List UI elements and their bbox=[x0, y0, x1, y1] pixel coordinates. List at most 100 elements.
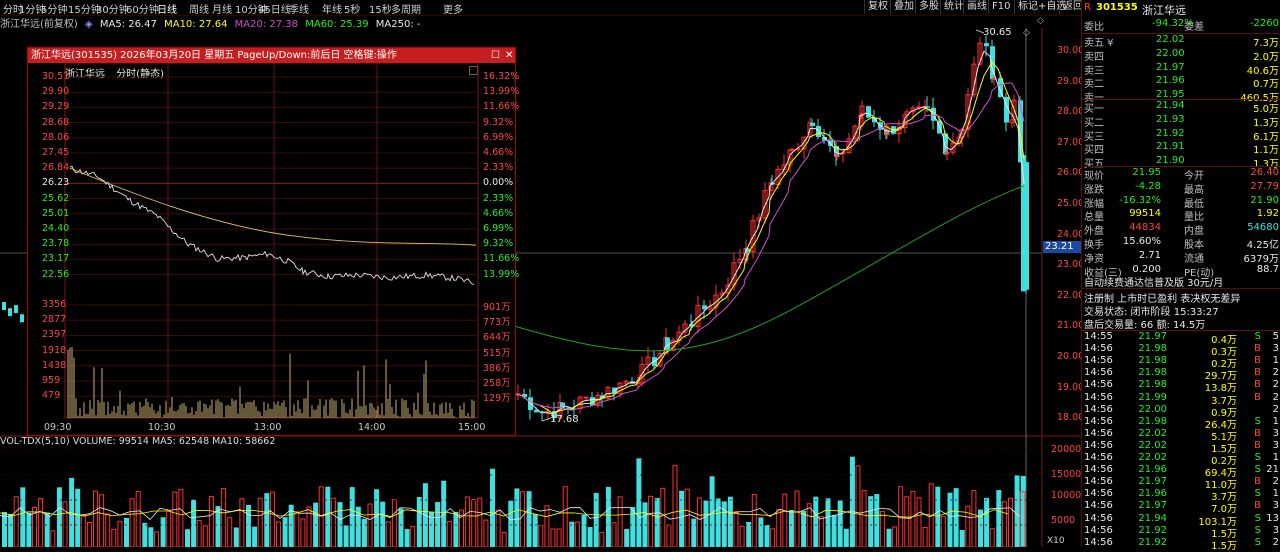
volume-header: VOL-TDX(5,10) VOLUME: 99514 MA5: 62548 M… bbox=[0, 436, 276, 447]
toolbar-button-4[interactable]: 画线 bbox=[963, 0, 990, 14]
kline-candle bbox=[14, 305, 18, 314]
volume-bar bbox=[922, 526, 928, 547]
volume-bar bbox=[782, 493, 788, 547]
volume-bar bbox=[1008, 497, 1013, 547]
tab-10[interactable]: 45日线 bbox=[258, 1, 291, 16]
intraday-price-tick: 27.45 bbox=[42, 147, 70, 158]
weibi-label: 委比 bbox=[1084, 22, 1104, 33]
kline-candle bbox=[984, 43, 989, 47]
tab-7[interactable]: 周线 bbox=[189, 1, 209, 16]
toolbar-button-5[interactable]: F10 bbox=[988, 0, 1013, 14]
volume-bar bbox=[93, 490, 98, 547]
volume-tick: 10000 bbox=[1051, 490, 1082, 501]
ask-price: 21.97 bbox=[1156, 61, 1185, 73]
intraday-pct-tick: 11.66% bbox=[483, 101, 520, 113]
r-icon: R bbox=[1084, 2, 1091, 13]
volume-bar bbox=[984, 497, 990, 547]
volume-bar bbox=[154, 531, 159, 547]
trade-count: 2 bbox=[1272, 536, 1279, 548]
trade-count: 3 bbox=[1272, 500, 1279, 512]
intraday-popup[interactable]: 浙江华远(301535) 2026年03月20日 星期五 PageUp/Down… bbox=[27, 47, 520, 436]
trade-price: 21.98 bbox=[1138, 343, 1167, 355]
stat-row: 总量 99514 量比 1.92 bbox=[1084, 208, 1279, 223]
tab-4[interactable]: 30分钟 bbox=[96, 1, 129, 16]
tab-13[interactable]: 5秒 bbox=[344, 1, 360, 16]
bid-label: 买二 bbox=[1084, 117, 1104, 129]
stat-value: 0.200 bbox=[1132, 263, 1161, 275]
tab-8[interactable]: 月线 bbox=[212, 1, 232, 16]
high-annotation: 30.65 bbox=[983, 27, 1012, 38]
volume-bar bbox=[202, 525, 208, 547]
tab-15[interactable]: 多周期 bbox=[391, 1, 421, 16]
volume-bar bbox=[294, 511, 300, 547]
trade-time: 14:56 bbox=[1084, 512, 1113, 524]
tab-16[interactable]: 更多 bbox=[443, 1, 463, 16]
stat-value-2: 26.40 bbox=[1250, 167, 1279, 178]
tab-6[interactable]: 日线 bbox=[157, 1, 177, 16]
trade-time: 14:56 bbox=[1084, 367, 1113, 379]
stat-label: 涨幅 bbox=[1084, 198, 1104, 210]
kline-candle bbox=[866, 106, 871, 118]
intraday-time-tick: 09:30 bbox=[44, 422, 72, 433]
intraday-pct-tick: 16.32% bbox=[483, 71, 520, 82]
stat-row: 净资 2.71 流通 6379万 bbox=[1084, 249, 1279, 265]
volume-bar bbox=[124, 517, 129, 547]
intraday-time-tick: 10:30 bbox=[148, 422, 176, 433]
trade-count: 1 bbox=[1272, 415, 1279, 427]
ask-label: 卖四 bbox=[1084, 51, 1104, 63]
volume-bar bbox=[861, 490, 867, 547]
volume-bar bbox=[337, 502, 343, 547]
intraday-vol-tick-right: 773万 bbox=[483, 317, 511, 329]
trade-side: B bbox=[1254, 343, 1261, 355]
intraday-pct-tick: 6.99% bbox=[483, 223, 514, 234]
tab-14[interactable]: 15秒 bbox=[369, 1, 392, 16]
volume-bar bbox=[666, 524, 672, 547]
volume-bar bbox=[477, 497, 483, 547]
intraday-pct-tick: 13.99% bbox=[483, 268, 520, 280]
volume-bar bbox=[453, 511, 459, 547]
trade-time: 14:56 bbox=[1084, 524, 1113, 536]
tab-11[interactable]: 季线 bbox=[289, 1, 309, 16]
trade-count: 1 bbox=[1272, 452, 1279, 463]
volume-bar bbox=[330, 497, 336, 547]
trade-side: B bbox=[1254, 379, 1261, 391]
close-icon[interactable]: ✕ bbox=[505, 48, 513, 63]
toolbar-button-1[interactable]: 叠加 bbox=[890, 0, 917, 14]
volume-bar bbox=[191, 499, 197, 547]
stat-value: 2.71 bbox=[1138, 249, 1161, 261]
trade-price: 22.00 bbox=[1138, 403, 1167, 415]
restore-icon[interactable]: ☐ bbox=[491, 48, 500, 63]
tab-2[interactable]: 5分钟 bbox=[41, 1, 67, 16]
intraday-vol-tick: 3356 bbox=[42, 299, 67, 310]
trade-count: 2 bbox=[1272, 476, 1279, 488]
volume-bar bbox=[361, 518, 367, 547]
volume-bar bbox=[99, 494, 105, 547]
stat-label: 涨跌 bbox=[1084, 184, 1104, 196]
current-price-marker: 23.21 bbox=[1043, 241, 1082, 253]
status-row: 交易状态: 闭市阶段 15:33:27 bbox=[1084, 303, 1279, 318]
trade-row: 14:56 21.92 1.5万 S 2 bbox=[1084, 536, 1279, 552]
tab-12[interactable]: 年线 bbox=[322, 1, 342, 16]
tab-5[interactable]: 60分钟 bbox=[126, 1, 159, 16]
stat-value-2: 54680 bbox=[1247, 222, 1279, 234]
intraday-price-tick: 25.62 bbox=[42, 192, 70, 204]
popup-titlebar[interactable]: 浙江华远(301535) 2026年03月20日 星期五 PageUp/Down… bbox=[28, 48, 515, 63]
volume-bar bbox=[380, 501, 386, 547]
trade-count: 2 bbox=[1272, 367, 1279, 379]
volume-bar bbox=[252, 526, 258, 547]
volume-bar bbox=[764, 525, 770, 547]
volume-bar bbox=[868, 496, 874, 547]
trade-count: 2 bbox=[1272, 391, 1279, 403]
volume-bar bbox=[721, 501, 727, 547]
trade-side: S bbox=[1254, 536, 1261, 548]
volume-bar bbox=[843, 528, 849, 547]
toolbar-button-2[interactable]: 多股 bbox=[915, 0, 942, 14]
intraday-pct-tick: 4.66% bbox=[483, 147, 514, 158]
trade-count: 2 bbox=[1272, 403, 1279, 415]
bid-row: 买四 21.91 1.1万 bbox=[1084, 141, 1279, 156]
intraday-vol-tick-right: 901万 bbox=[483, 302, 511, 313]
stat-label: 现价 bbox=[1084, 171, 1104, 182]
volume-bar bbox=[178, 488, 184, 547]
toolbar-button-0[interactable]: 复权 bbox=[864, 0, 891, 14]
trade-price: 21.98 bbox=[1138, 367, 1167, 379]
